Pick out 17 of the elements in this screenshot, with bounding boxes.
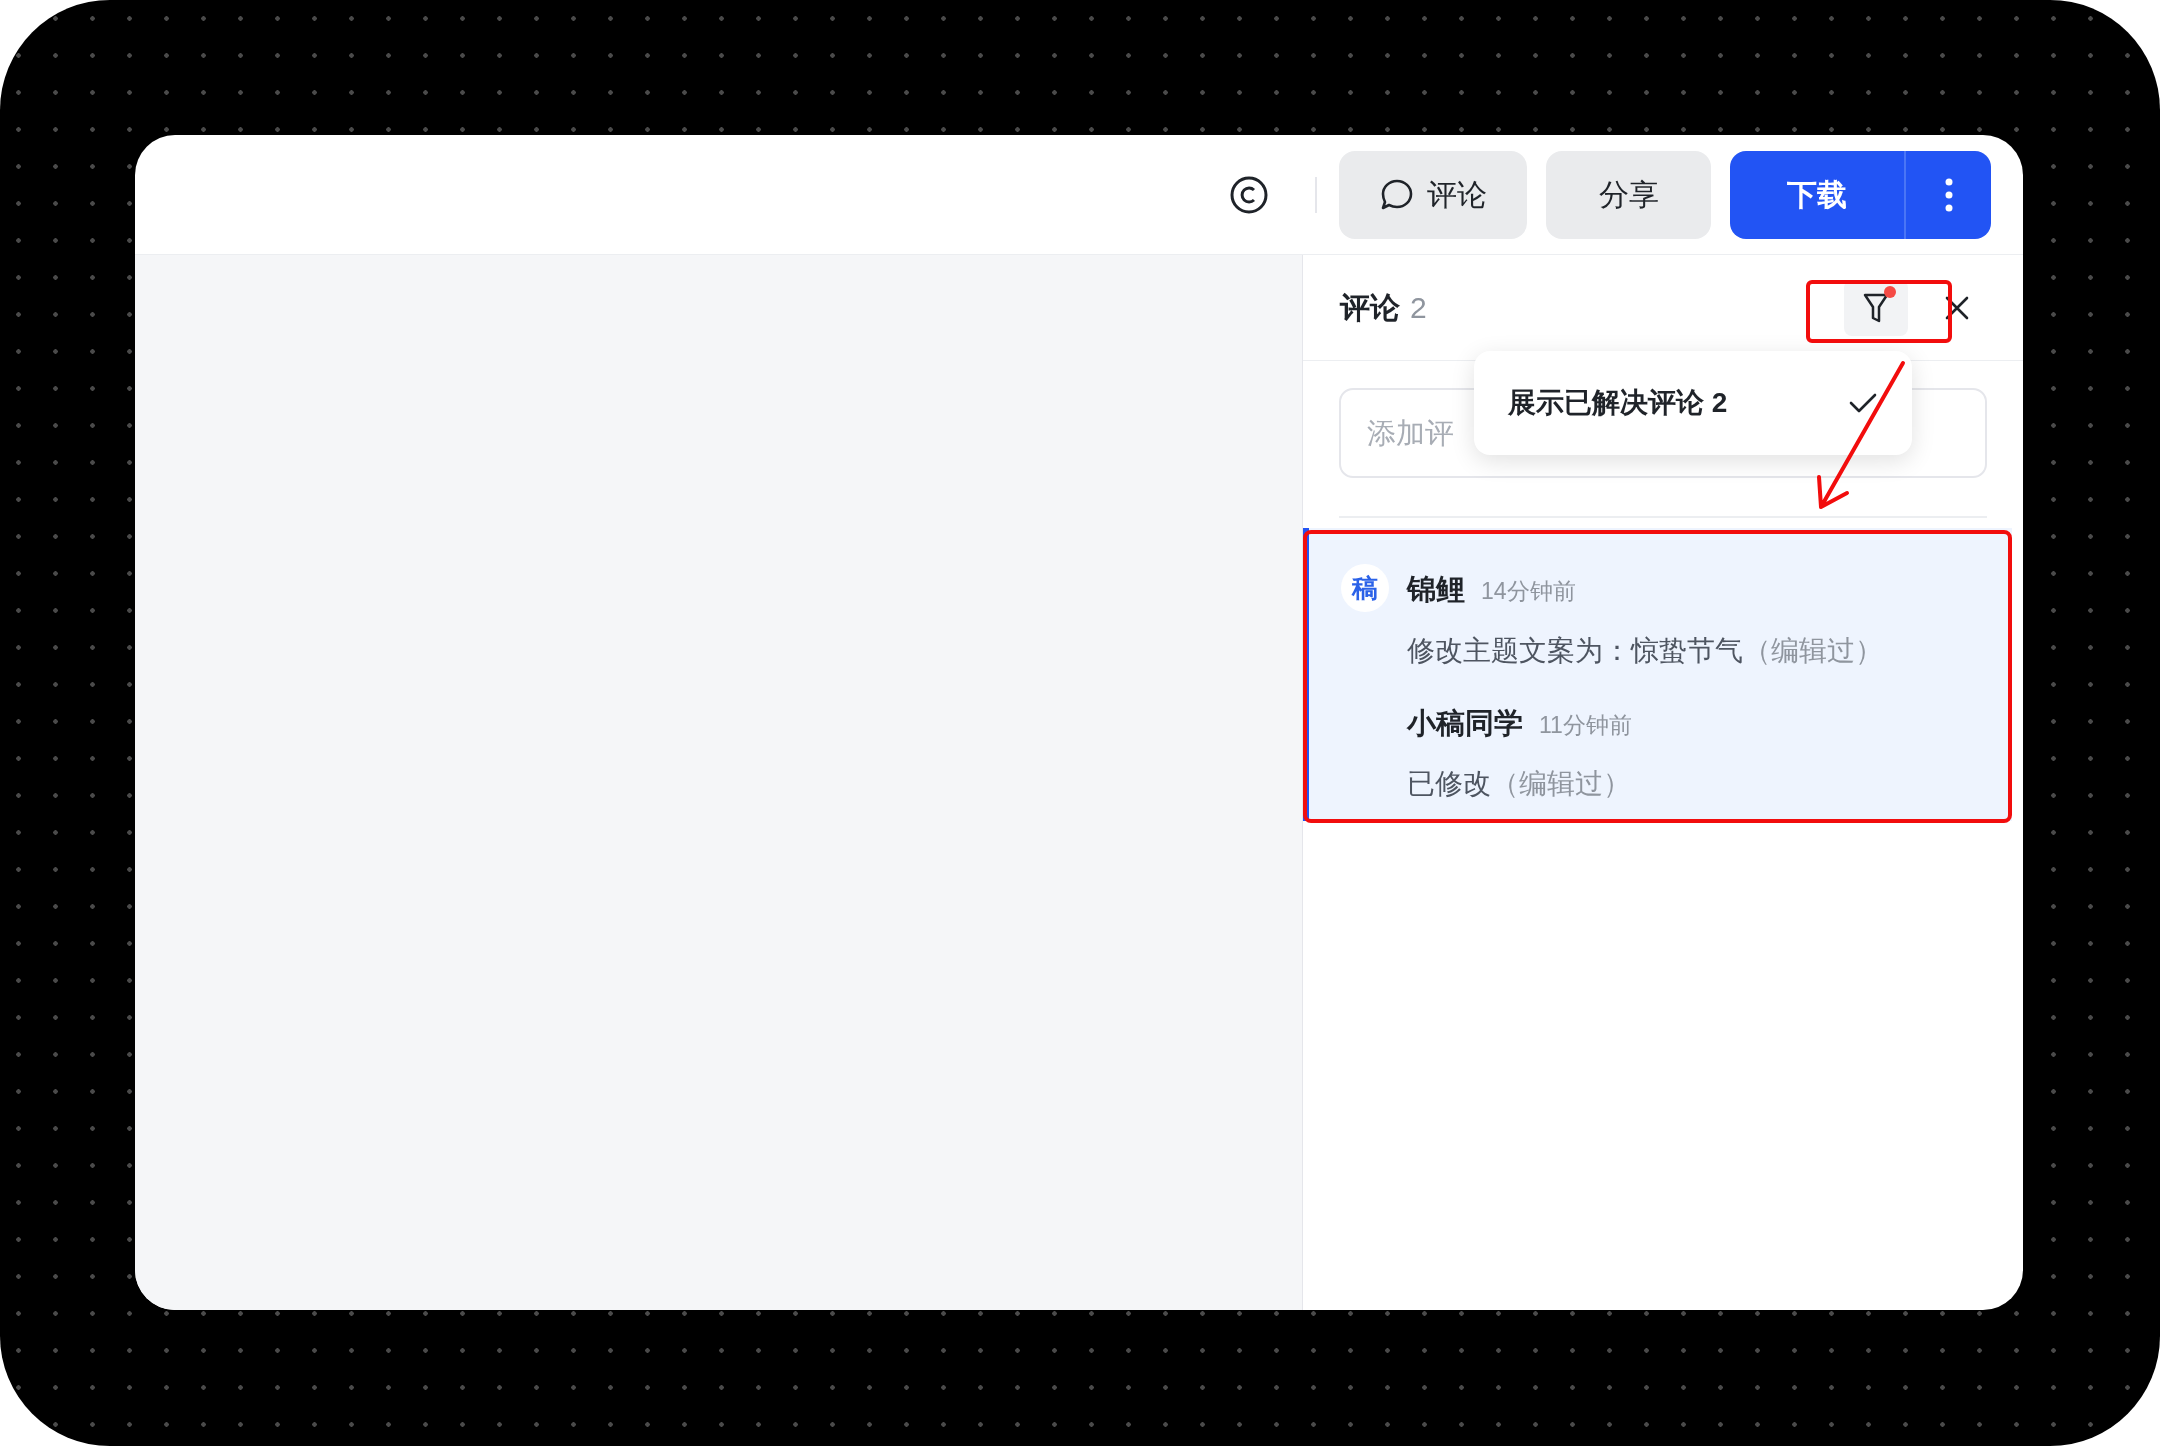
more-icon [1944, 176, 1953, 213]
close-icon[interactable] [1944, 294, 1970, 321]
comment-thread[interactable]: 稿 锦鲤 14分钟前 修改主题文案为：惊蛰节气（编辑过） 小稿同学 11分钟前 已修改（编辑过） [1303, 528, 2012, 821]
panel-title: 评论 [1340, 290, 1400, 326]
copyright-icon[interactable] [1229, 174, 1269, 215]
menu-item[interactable]: 展示已解决评论 2 [1474, 382, 1912, 424]
comment-text: 修改主题文案为：惊蛰节气（编辑过） [1407, 633, 1883, 668]
author-name: 小稿同学 [1407, 705, 1523, 741]
comment-time: 11分钟前 [1539, 710, 1632, 740]
comment-time: 14分钟前 [1481, 577, 1576, 606]
filter-icon [1862, 291, 1890, 324]
avatar: 稿 [1341, 564, 1389, 612]
author-name: 锦鲤 [1407, 572, 1465, 607]
comment-text: 已修改（编辑过） [1407, 767, 1632, 801]
comment-button[interactable]: 评论 [1339, 150, 1527, 239]
share-button[interactable]: 分享 [1546, 150, 1711, 239]
comment-count: 2 [1410, 290, 1427, 326]
